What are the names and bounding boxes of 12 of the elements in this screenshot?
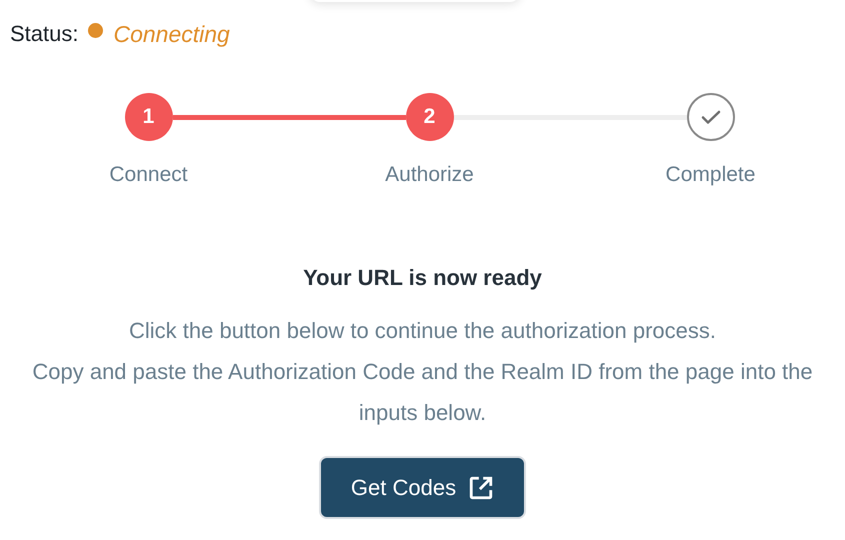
status-value: Connecting xyxy=(113,20,230,48)
external-link-icon xyxy=(468,474,494,500)
heading: Your URL is now ready xyxy=(302,265,543,291)
step-label: Authorize xyxy=(385,163,474,187)
instruction-text: Copy and paste the Authorization Code and the Realm ID from the page into the inputs below. xyxy=(31,358,814,427)
step-circle: 2 xyxy=(406,93,454,141)
get-codes-button[interactable]: Get Codes xyxy=(319,456,526,519)
step-label: Connect xyxy=(109,163,188,187)
instruction-text: Click the button below to continue the authorization process. xyxy=(128,317,718,345)
step-circle: 1 xyxy=(124,93,172,141)
status-label: Status: xyxy=(10,21,78,47)
step-label: Complete xyxy=(666,163,756,187)
